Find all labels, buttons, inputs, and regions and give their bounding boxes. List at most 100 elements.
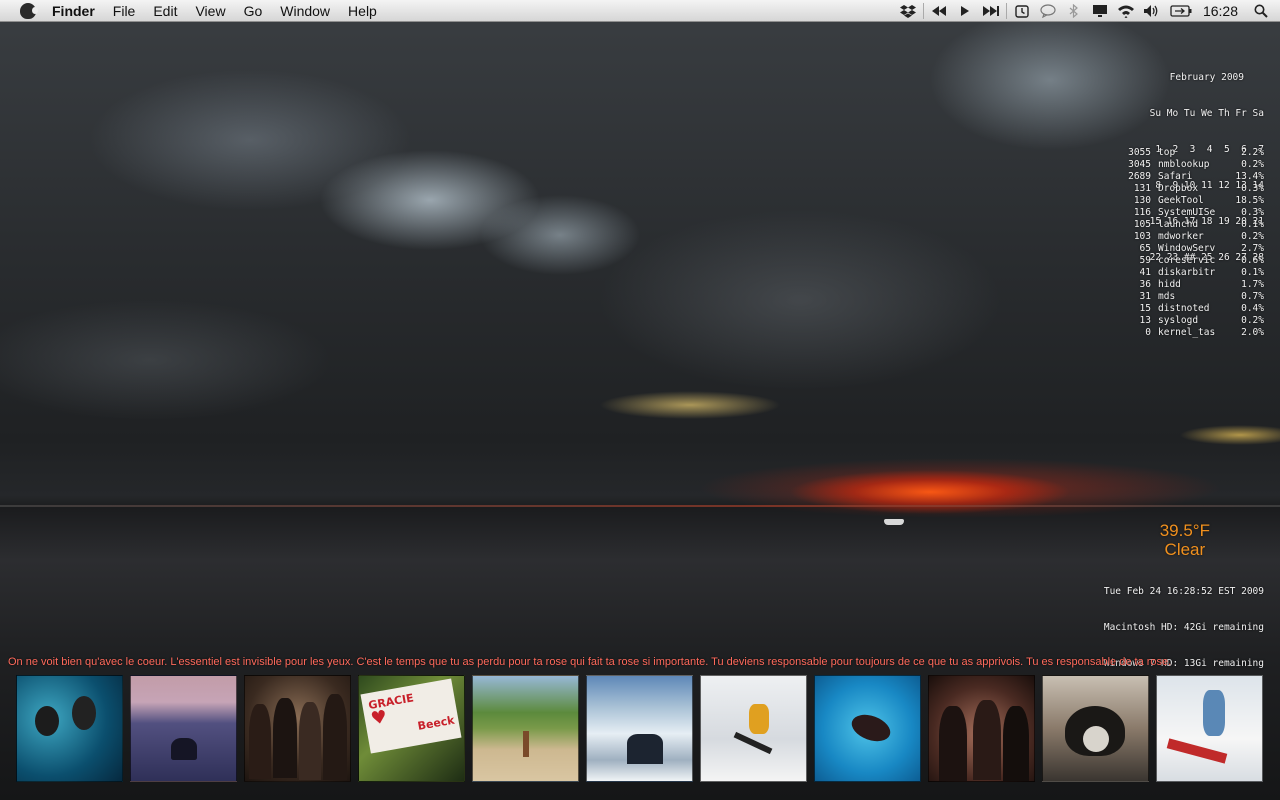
photo-thumbnail[interactable]: GRACIE ♥ Beeck [358, 675, 465, 782]
menu-window[interactable]: Window [271, 0, 339, 22]
process-row: 36 hidd 1.7% [1115, 279, 1264, 291]
process-name: kernel_tas [1158, 327, 1216, 338]
status-area: 16:28 [895, 0, 1280, 22]
time-machine-icon[interactable] [1013, 0, 1031, 22]
process-row: 130 GeekTool 18.5% [1115, 195, 1264, 207]
process-row: 3055 top 2.2% [1115, 147, 1264, 159]
disk-macintosh-hd: Macintosh HD: 42Gi remaining [1103, 622, 1264, 633]
process-cpu: 0.1% [1241, 219, 1264, 230]
calendar-title: February 2009 [1169, 72, 1244, 83]
process-row: 131 Dropbox 0.3% [1115, 183, 1264, 195]
process-cpu: 0.7% [1241, 291, 1264, 302]
process-row: 13 syslogd 0.2% [1115, 315, 1264, 327]
wifi-icon[interactable] [1117, 0, 1135, 22]
process-cpu: 0.2% [1241, 315, 1264, 326]
process-pid: 2689 [1128, 171, 1151, 182]
process-name: Dropbox [1158, 183, 1199, 194]
process-row: 3045 nmblookup 0.2% [1115, 159, 1264, 171]
process-pid: 31 [1139, 291, 1151, 302]
menu-file[interactable]: File [104, 0, 145, 22]
process-name: diskarbitr [1158, 267, 1216, 278]
menu-clock[interactable]: 16:28 [1203, 3, 1238, 19]
process-row: 41 diskarbitr 0.1% [1115, 267, 1264, 279]
dropbox-icon[interactable] [899, 0, 917, 22]
process-name: syslogd [1158, 315, 1199, 326]
photo-thumbnail[interactable] [1042, 675, 1149, 782]
process-pid: 41 [1139, 267, 1151, 278]
photo-thumbnail[interactable] [928, 675, 1035, 782]
process-row: 15 distnoted 0.4% [1115, 303, 1264, 315]
menu-view[interactable]: View [186, 0, 234, 22]
horizon-line [0, 505, 1280, 507]
process-name: SystemUISe [1158, 207, 1216, 218]
process-cpu: 18.5% [1235, 195, 1264, 206]
process-cpu: 0.2% [1241, 231, 1264, 242]
process-cpu: 13.4% [1235, 171, 1264, 182]
process-cpu: 2.7% [1241, 243, 1264, 254]
menu-app-finder[interactable]: Finder [52, 0, 104, 22]
process-pid: 0 [1145, 327, 1151, 338]
process-pid: 3045 [1128, 159, 1151, 170]
fast-forward-icon[interactable] [982, 0, 1000, 22]
volume-icon[interactable] [1143, 0, 1161, 22]
process-cpu: 2.0% [1241, 327, 1264, 338]
process-name: Safari [1158, 171, 1193, 182]
spotlight-icon[interactable] [1252, 0, 1270, 22]
process-cpu: 2.2% [1241, 147, 1264, 158]
weather-condition: Clear [1164, 540, 1206, 559]
menu-help[interactable]: Help [339, 0, 386, 22]
process-cpu: 0.3% [1241, 183, 1264, 194]
process-cpu: 0.4% [1241, 303, 1264, 314]
photo-thumbnail[interactable] [700, 675, 807, 782]
process-cpu: 0.2% [1241, 159, 1264, 170]
menu-go[interactable]: Go [235, 0, 272, 22]
weather-temperature: 39.5°F [1159, 521, 1210, 540]
photo-thumbnail[interactable] [1156, 675, 1263, 782]
process-pid: 36 [1139, 279, 1151, 290]
process-cpu: 0.1% [1241, 267, 1264, 278]
photo-thumbnail[interactable] [130, 675, 237, 782]
process-name: WindowServ [1158, 243, 1216, 254]
process-row: 65 WindowServ 2.7% [1115, 243, 1264, 255]
process-list: 3055 top 2.2% 3045 nmblookup 0.2% 2689 Safari 13… [1115, 147, 1264, 339]
process-pid: 131 [1133, 183, 1151, 194]
photo-thumbnail[interactable] [586, 675, 693, 782]
quote-text: On ne voit bien qu'avec le coeur. L'esse… [8, 656, 1172, 668]
process-row: 0 kernel_tas 2.0% [1115, 327, 1264, 339]
process-row: 59 coreservic 0.6% [1115, 255, 1264, 267]
photo-thumbnail[interactable] [814, 675, 921, 782]
process-name: launchd [1158, 219, 1199, 230]
process-pid: 15 [1139, 303, 1151, 314]
menu-edit[interactable]: Edit [144, 0, 186, 22]
process-cpu: 0.3% [1241, 207, 1264, 218]
bluetooth-icon[interactable] [1065, 0, 1083, 22]
menu-bar: Finder File Edit View Go Window Help 16:… [0, 0, 1280, 22]
process-row: 105 launchd 0.1% [1115, 219, 1264, 231]
process-cpu: 0.6% [1241, 255, 1264, 266]
photo-thumbnail[interactable] [244, 675, 351, 782]
process-row: 103 mdworker 0.2% [1115, 231, 1264, 243]
rewind-icon[interactable] [930, 0, 948, 22]
calendar-header: Su Mo Tu We Th Fr Sa [1149, 108, 1264, 119]
apple-menu-icon[interactable] [20, 2, 38, 19]
process-name: coreservic [1158, 255, 1216, 266]
boat-shape [884, 519, 904, 525]
play-icon[interactable] [956, 0, 974, 22]
process-row: 116 SystemUISe 0.3% [1115, 207, 1264, 219]
display-icon[interactable] [1091, 0, 1109, 22]
photo-thumbnail[interactable] [472, 675, 579, 782]
process-pid: 105 [1133, 219, 1151, 230]
process-name: mdworker [1158, 231, 1204, 242]
battery-icon[interactable] [1169, 0, 1193, 22]
speech-icon[interactable] [1039, 0, 1057, 22]
process-pid: 59 [1139, 255, 1151, 266]
process-pid: 116 [1133, 207, 1151, 218]
process-pid: 65 [1139, 243, 1151, 254]
photo-thumbnail[interactable] [16, 675, 123, 782]
process-pid: 3055 [1128, 147, 1151, 158]
menu-separator [1005, 3, 1007, 19]
photo-sign: GRACIE ♥ Beeck [360, 678, 462, 754]
weather-widget: 39.5°F Clear [1160, 521, 1210, 559]
process-name: nmblookup [1158, 159, 1210, 170]
process-pid: 130 [1133, 195, 1151, 206]
